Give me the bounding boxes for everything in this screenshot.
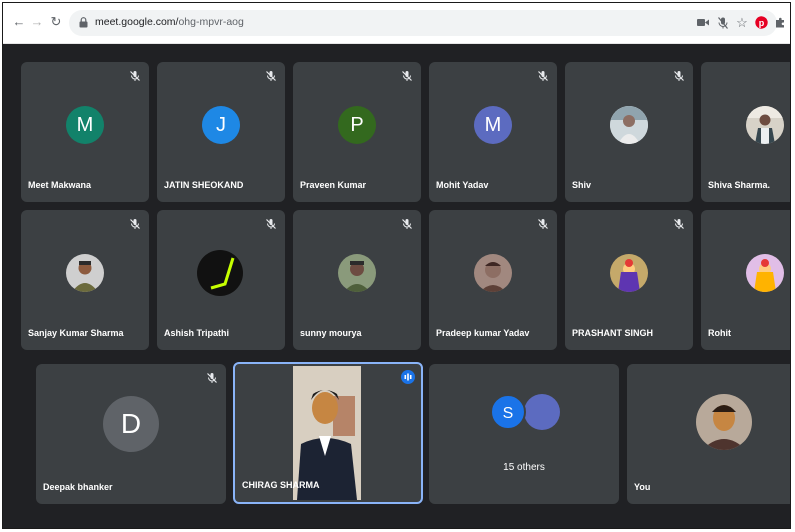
mic-off-icon (538, 71, 548, 81)
profile-photo (610, 254, 648, 292)
speaking-indicator-icon (401, 370, 415, 384)
participant-name: You (634, 482, 651, 492)
profile-photo (338, 254, 376, 292)
camera-icon[interactable] (695, 15, 711, 31)
url-text: meet.google.com/ohg-mpvr-aog (95, 16, 244, 28)
avatar: P (338, 106, 376, 144)
participant-name: Rohit (708, 328, 731, 338)
mic-off-icon (207, 373, 217, 383)
participant-name: Mohit Yadav (436, 180, 489, 190)
participant-tile[interactable]: sunny mourya (293, 210, 421, 350)
lock-icon (79, 17, 88, 28)
profile-photo (746, 106, 784, 144)
others-count: 15 others (503, 462, 545, 473)
participant-tile[interactable]: D Deepak bhanker (36, 364, 226, 504)
participant-name: Pradeep kumar Yadav (436, 328, 530, 338)
url-path: ohg-mpvr-aog (178, 16, 244, 28)
participant-tile[interactable]: M Meet Makwana (21, 62, 149, 202)
mic-off-icon (266, 71, 276, 81)
avatar-stack-back (524, 394, 560, 430)
browser-window: ← → ↻ meet.google.com/ohg-mpvr-aog ☆ p M… (2, 2, 791, 529)
pinterest-extension-icon[interactable]: p (753, 15, 769, 31)
participant-name: Praveen Kumar (300, 180, 367, 190)
bookmark-star-icon[interactable]: ☆ (734, 15, 750, 31)
profile-photo (696, 394, 752, 450)
participant-tile[interactable]: Pradeep kumar Yadav (429, 210, 557, 350)
mic-off-icon (266, 219, 276, 229)
mic-off-icon (130, 71, 140, 81)
participant-name: Shiva Sharma. (708, 180, 771, 190)
back-icon[interactable]: ← (11, 14, 27, 30)
participant-name: Deepak bhanker (43, 482, 113, 492)
forward-icon[interactable]: → (29, 14, 45, 30)
reload-icon[interactable]: ↻ (48, 14, 64, 30)
avatar: S (490, 394, 526, 430)
participant-name: Shiv (572, 180, 592, 190)
profile-photo (197, 250, 243, 296)
mic-off-icon (674, 71, 684, 81)
participant-tile[interactable]: J JATIN SHEOKAND (157, 62, 285, 202)
self-tile[interactable]: You (627, 364, 790, 504)
participant-name: CHIRAG SHARMA (242, 480, 320, 490)
participant-name: JATIN SHEOKAND (164, 180, 244, 190)
address-bar[interactable]: meet.google.com/ohg-mpvr-aog ☆ p (69, 10, 784, 36)
participant-name: PRASHANT SINGH (572, 328, 654, 338)
others-tile[interactable]: S 15 others (429, 364, 619, 504)
participant-tile[interactable]: Sanjay Kumar Sharma (21, 210, 149, 350)
mic-off-icon (538, 219, 548, 229)
mic-off-icon (674, 219, 684, 229)
avatar: D (103, 396, 159, 452)
profile-photo (66, 254, 104, 292)
browser-toolbar: ← → ↻ meet.google.com/ohg-mpvr-aog ☆ p (3, 3, 790, 44)
avatar: J (202, 106, 240, 144)
url-host: meet.google.com/ (95, 16, 179, 28)
mic-off-icon (130, 219, 140, 229)
extensions-puzzle-icon[interactable] (772, 15, 788, 31)
participant-tile[interactable]: P Praveen Kumar (293, 62, 421, 202)
participant-tile[interactable]: Shiva Sharma. (701, 62, 790, 202)
participant-name: Sanjay Kumar Sharma (28, 328, 124, 338)
avatar: M (66, 106, 104, 144)
mic-off-icon (402, 71, 412, 81)
participant-name: Ashish Tripathi (164, 328, 230, 338)
participant-tile[interactable]: PRASHANT SINGH (565, 210, 693, 350)
participant-tile-speaking[interactable]: CHIRAG SHARMA (233, 362, 423, 504)
participant-tile[interactable]: Shiv (565, 62, 693, 202)
profile-photo (610, 106, 648, 144)
mic-muted-icon[interactable] (715, 15, 731, 31)
participant-name: sunny mourya (300, 328, 362, 338)
profile-photo (474, 254, 512, 292)
profile-photo (746, 254, 784, 292)
participant-tile[interactable]: Ashish Tripathi (157, 210, 285, 350)
participant-tile[interactable]: Rohit (701, 210, 790, 350)
avatar: M (474, 106, 512, 144)
meet-video-grid: M Meet Makwana J JATIN SHEOKAND P Pravee… (3, 44, 790, 528)
participant-name: Meet Makwana (28, 180, 92, 190)
mic-off-icon (402, 219, 412, 229)
svg-text:p: p (758, 18, 764, 28)
participant-tile[interactable]: M Mohit Yadav (429, 62, 557, 202)
